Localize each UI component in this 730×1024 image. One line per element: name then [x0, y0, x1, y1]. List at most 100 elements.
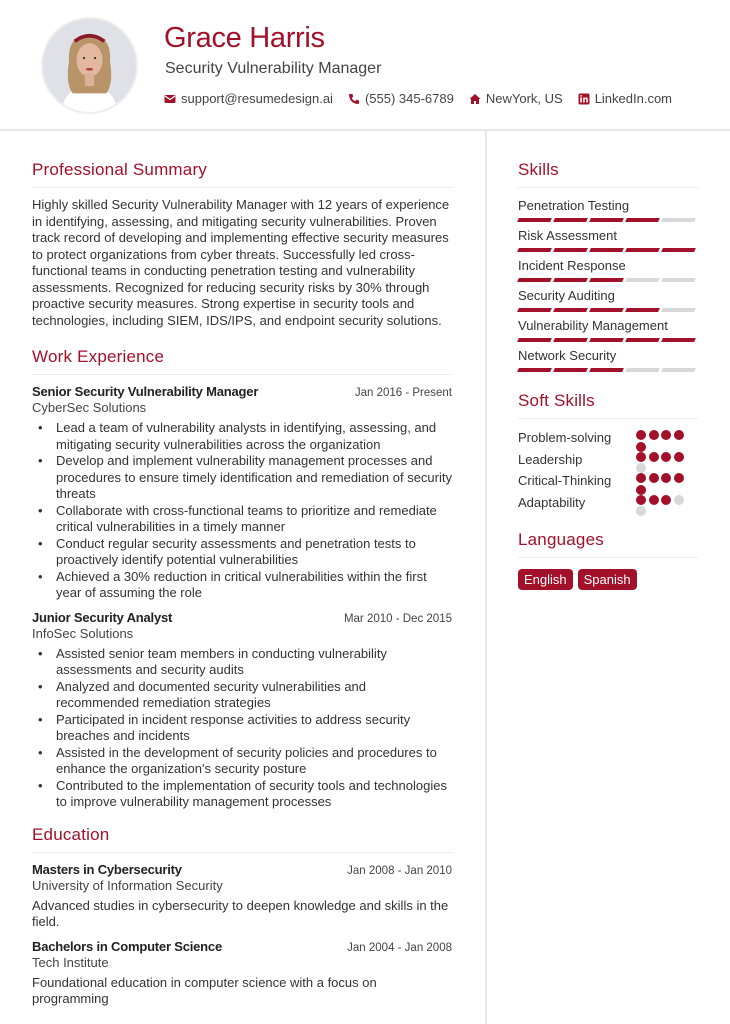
rating-dot-empty [636, 463, 646, 473]
job-role: Junior Security Analyst [32, 609, 173, 625]
skill-item: Network Security [517, 347, 698, 377]
rating-dot-filled [648, 430, 659, 440]
job-header: Senior Security Vulnerability Manager Jan… [32, 384, 452, 399]
rating-dot-filled [661, 430, 671, 440]
soft-skill-rating-dots [636, 494, 686, 516]
job-bullet: Lead a team of vulnerability analysts in… [32, 420, 452, 453]
rating-segment-filled [553, 248, 588, 252]
job-bullet: Assisted senior team members in conducti… [32, 646, 452, 679]
skill-name: Security Auditing [518, 288, 615, 303]
rating-dot-filled [636, 484, 646, 495]
contact-location: NewYork, US [469, 91, 563, 106]
job-bullet: Participated in incident response activi… [32, 712, 452, 745]
languages-section: Languages English Spanish [518, 530, 698, 590]
job-bullets: Lead a team of vulnerability analysts in… [32, 420, 452, 602]
job-bullet: Conduct regular security assessments and… [32, 536, 452, 569]
home-icon [469, 93, 481, 105]
portrait-image [43, 19, 136, 112]
skill-rating-bar [517, 244, 698, 257]
contact-email[interactable]: support@resumedesign.ai [164, 91, 333, 106]
rating-dot-filled [636, 494, 646, 505]
phone-icon [348, 93, 360, 105]
languages-heading: Languages [518, 530, 698, 558]
skills-section: Skills Penetration Testing Risk Assessmen… [517, 160, 698, 377]
rating-segment-filled [553, 308, 588, 312]
language-badge: English [518, 569, 573, 590]
soft-skills-section: Soft Skills Problem-solving Leadership Cri… [518, 391, 698, 516]
soft-skill-name: Problem-solving [518, 430, 612, 445]
rating-segment-empty [625, 368, 660, 372]
summary-text: Highly skilled Security Vulnerability Ma… [32, 197, 450, 328]
rating-dot-filled [636, 473, 646, 483]
job-bullet: Collaborate with cross-functional teams … [32, 503, 452, 536]
rating-segment-filled [553, 368, 588, 372]
rating-segment-filled [625, 308, 660, 312]
education-school: University of Information Security [32, 877, 223, 893]
rating-segment-filled [517, 308, 552, 312]
rating-dot-filled [661, 451, 671, 462]
candidate-title: Security Vulnerability Manager [165, 60, 382, 77]
rating-segment-filled [589, 248, 624, 252]
language-badge: Spanish [577, 569, 637, 590]
rating-dot-filled [636, 451, 646, 462]
skill-name: Vulnerability Management [518, 318, 668, 333]
education-heading: Education [32, 825, 452, 853]
skill-item: Risk Assessment [517, 227, 698, 257]
skill-item: Penetration Testing [517, 197, 698, 227]
rating-dot-filled [661, 494, 671, 505]
rating-segment-filled [517, 368, 552, 372]
experience-heading: Work Experience [32, 347, 452, 375]
rating-segment-filled [589, 368, 624, 372]
soft-skill-rating-dots [636, 451, 686, 473]
soft-skill-item: Problem-solving [518, 430, 698, 452]
job-list: Senior Security Vulnerability Manager Jan… [32, 384, 452, 811]
skills-list: Penetration Testing Risk Assessment Incide… [517, 197, 698, 377]
profile-photo [41, 17, 138, 114]
job-bullets: Assisted senior team members in conducti… [32, 646, 452, 811]
education-entry: Bachelors in Computer Science Jan 2004 - … [32, 939, 452, 1008]
contact-phone[interactable]: (555) 345-6789 [348, 91, 454, 106]
rating-segment-filled [589, 308, 624, 312]
soft-skill-item: Leadership [518, 451, 698, 473]
rating-dot-filled [673, 430, 684, 440]
job-company: InfoSec Solutions [32, 625, 134, 641]
rating-dot-filled [673, 473, 684, 483]
linkedin-icon [578, 93, 590, 105]
soft-skill-item: Critical-Thinking [518, 473, 698, 495]
education-dates: Jan 2008 - Jan 2010 [347, 864, 452, 877]
job-bullet: Assisted in the development of security … [32, 745, 452, 778]
education-dates: Jan 2004 - Jan 2008 [347, 941, 452, 954]
rating-segment-filled [553, 278, 588, 282]
job-bullet: Analyzed and documented security vulnera… [32, 679, 452, 712]
rating-dot-filled [636, 441, 646, 452]
soft-skill-rating-dots [636, 430, 686, 452]
contact-linkedin[interactable]: LinkedIn.com [578, 91, 672, 106]
soft-skill-name: Adaptability [518, 494, 586, 510]
education-description: Foundational education in computer scien… [32, 974, 377, 1007]
rating-dot-filled [648, 473, 659, 483]
candidate-name: Grace Harris [164, 22, 325, 54]
rating-dot-empty [636, 506, 646, 516]
education-degree: Bachelors in Computer Science [32, 938, 222, 954]
rating-segment-filled [517, 278, 552, 282]
rating-segment-empty [661, 218, 696, 222]
soft-skill-item: Adaptability [518, 494, 698, 516]
rating-dot-filled [636, 430, 646, 440]
language-list: English Spanish [518, 569, 698, 590]
envelope-icon [164, 93, 176, 105]
skill-name: Penetration Testing [518, 198, 630, 213]
resume-header: Grace Harris Security Vulnerability Mana… [0, 0, 730, 131]
summary-section: Professional Summary Highly skilled Secu… [32, 160, 452, 329]
rating-segment-filled [517, 218, 552, 222]
job-bullet: Develop and implement vulnerability mana… [32, 453, 452, 503]
skill-rating-bar [517, 304, 698, 317]
rating-segment-filled [625, 218, 660, 222]
education-list: Masters in Cybersecurity Jan 2008 - Jan 2… [32, 862, 452, 1008]
skill-item: Security Auditing [517, 287, 698, 317]
summary-heading: Professional Summary [32, 160, 452, 188]
soft-skills-list: Problem-solving Leadership Critical-Thinki… [518, 430, 698, 516]
rating-segment-filled [589, 278, 624, 282]
skill-rating-bar [517, 214, 698, 227]
rating-segment-empty [661, 278, 696, 282]
job-dates: Mar 2010 - Dec 2015 [343, 612, 452, 625]
